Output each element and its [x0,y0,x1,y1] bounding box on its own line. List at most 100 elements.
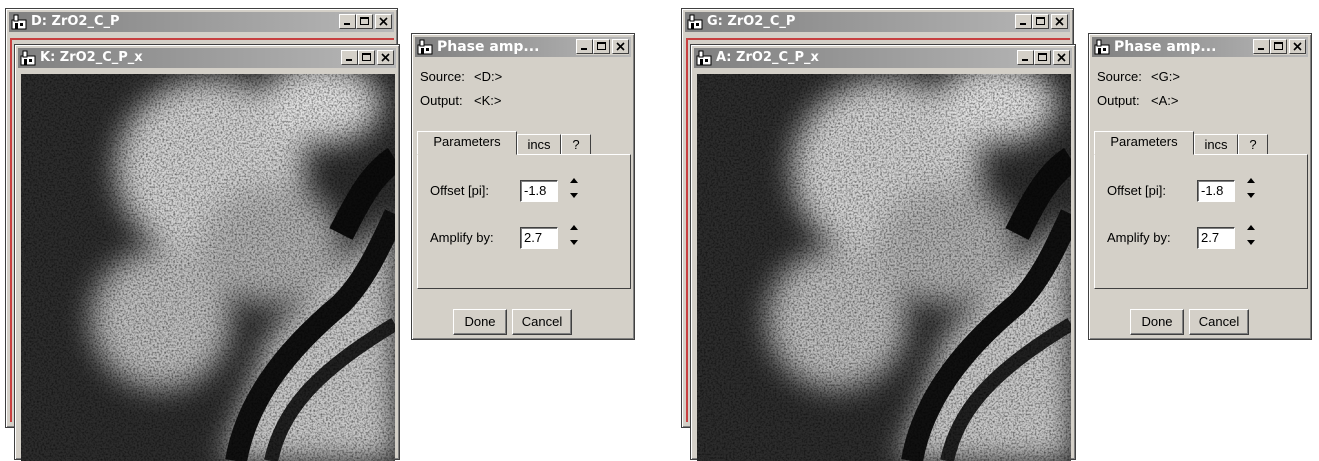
maximize-icon [360,17,369,25]
app-icon [20,50,36,66]
minimize-button[interactable] [1253,39,1270,54]
minimize-icon [1258,48,1264,50]
offset-input[interactable]: -1.8 [520,180,558,202]
tab-incs[interactable]: incs [1194,134,1238,156]
source-value: <G:> [1151,69,1180,84]
output-label: Output: [420,93,463,108]
window-title: G: ZrO2_C_P [707,14,796,29]
parameters-panel: Offset [pi]: -1.8 Amplify by: 2.7 [1094,154,1308,289]
minimize-button[interactable] [339,14,356,29]
image-window-front[interactable]: K: ZrO2_C_P_x [14,44,400,461]
maximize-icon [362,53,371,61]
tab-help[interactable]: ? [1238,134,1268,156]
window-border-red [10,38,394,40]
window-titlebar[interactable]: G: ZrO2_C_P [685,12,1070,32]
amplify-label: Amplify by: [1107,230,1171,245]
done-button[interactable]: Done [453,309,507,335]
app-icon [1094,39,1110,55]
spin-down-icon[interactable] [1246,191,1256,200]
dialog-titlebar[interactable]: Phase amp... [415,37,631,57]
minimize-button[interactable] [1017,50,1034,65]
app-icon [417,39,433,55]
close-button[interactable] [1053,50,1070,65]
spin-up-icon[interactable] [569,176,579,185]
maximize-icon [597,42,606,50]
minimize-button[interactable] [1015,14,1032,29]
offset-label: Offset [pi]: [430,183,490,198]
tab-incs[interactable]: incs [517,134,561,156]
spin-up-icon[interactable] [1246,223,1256,232]
cancel-button[interactable]: Cancel [1189,309,1249,335]
minimize-icon [346,59,352,61]
maximize-button[interactable] [1034,50,1051,65]
window-title: K: ZrO2_C_P_x [40,50,143,65]
tab-help[interactable]: ? [561,134,591,156]
close-button[interactable] [377,50,394,65]
close-button[interactable] [1051,14,1068,29]
maximize-icon [1036,17,1045,25]
close-button[interactable] [375,14,392,29]
close-icon [1293,42,1302,51]
minimize-button[interactable] [576,39,593,54]
app-icon [687,14,703,30]
maximize-button[interactable] [1032,14,1049,29]
tab-parameters[interactable]: Parameters [1094,131,1194,155]
phase-amplify-dialog[interactable]: Phase amp... Source: <D:> Output: <K:> P… [411,33,635,340]
spin-down-icon[interactable] [569,191,579,200]
close-button[interactable] [612,39,629,54]
close-icon [616,42,625,51]
close-icon [1057,53,1066,62]
minimize-icon [581,48,587,50]
close-icon [379,17,388,26]
close-icon [381,53,390,62]
window-border-red [686,38,1070,40]
app-icon [11,14,27,30]
maximize-button[interactable] [593,39,610,54]
tab-parameters[interactable]: Parameters [417,131,517,155]
minimize-icon [1022,59,1028,61]
window-border-red [686,38,688,422]
spin-up-icon[interactable] [569,223,579,232]
offset-input[interactable]: -1.8 [1197,180,1235,202]
amplify-label: Amplify by: [430,230,494,245]
phase-image[interactable] [21,74,395,461]
dialog-titlebar[interactable]: Phase amp... [1092,37,1308,57]
source-label: Source: [1097,69,1142,84]
window-titlebar[interactable]: A: ZrO2_C_P_x [694,48,1072,68]
window-titlebar[interactable]: K: ZrO2_C_P_x [18,48,396,68]
spin-down-icon[interactable] [569,238,579,247]
maximize-button[interactable] [1270,39,1287,54]
window-title: A: ZrO2_C_P_x [716,50,819,65]
app-icon [696,50,712,66]
minimize-button[interactable] [341,50,358,65]
window-titlebar[interactable]: D: ZrO2_C_P [9,12,394,32]
output-value: <A:> [1151,93,1179,108]
maximize-icon [1038,53,1047,61]
spin-down-icon[interactable] [1246,238,1256,247]
output-label: Output: [1097,93,1140,108]
phase-image[interactable] [697,74,1071,461]
source-label: Source: [420,69,465,84]
source-value: <D:> [474,69,503,84]
minimize-icon [1020,23,1026,25]
image-window-front[interactable]: A: ZrO2_C_P_x [690,44,1076,461]
phase-amplify-dialog[interactable]: Phase amp... Source: <G:> Output: <A:> P… [1088,33,1312,340]
minimize-icon [344,23,350,25]
output-value: <K:> [474,93,502,108]
cancel-button[interactable]: Cancel [512,309,572,335]
close-button[interactable] [1289,39,1306,54]
maximize-button[interactable] [358,50,375,65]
dialog-title: Phase amp... [437,39,540,55]
amplify-input[interactable]: 2.7 [1197,227,1235,249]
offset-label: Offset [pi]: [1107,183,1167,198]
maximize-icon [1274,42,1283,50]
dialog-title: Phase amp... [1114,39,1217,55]
done-button[interactable]: Done [1130,309,1184,335]
spin-up-icon[interactable] [1246,176,1256,185]
close-icon [1055,17,1064,26]
parameters-panel: Offset [pi]: -1.8 Amplify by: 2.7 [417,154,631,289]
maximize-button[interactable] [356,14,373,29]
window-border-red [10,38,12,422]
window-title: D: ZrO2_C_P [31,14,120,29]
amplify-input[interactable]: 2.7 [520,227,558,249]
